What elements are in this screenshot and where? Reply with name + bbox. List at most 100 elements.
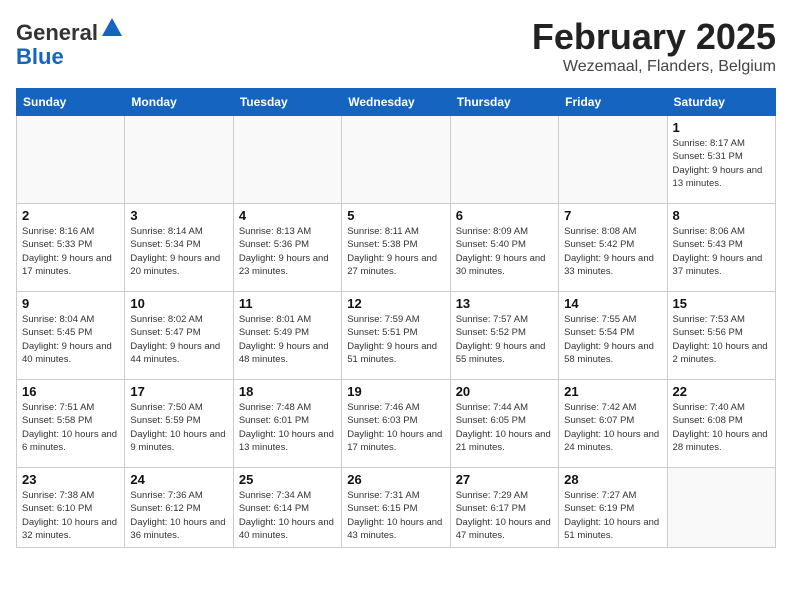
day-info: Sunrise: 8:17 AM Sunset: 5:31 PM Dayligh… [673, 137, 770, 190]
day-number: 26 [347, 472, 444, 487]
calendar-cell: 6 Sunrise: 8:09 AM Sunset: 5:40 PM Daylig… [450, 204, 558, 292]
day-number: 24 [130, 472, 227, 487]
day-info: Sunrise: 8:01 AM Sunset: 5:49 PM Dayligh… [239, 313, 336, 366]
calendar-cell: 24 Sunrise: 7:36 AM Sunset: 6:12 PM Dayli… [125, 468, 233, 548]
calendar-cell: 26 Sunrise: 7:31 AM Sunset: 6:15 PM Dayli… [342, 468, 450, 548]
day-number: 20 [456, 384, 553, 399]
day-info: Sunrise: 7:42 AM Sunset: 6:07 PM Dayligh… [564, 401, 661, 454]
day-info: Sunrise: 7:29 AM Sunset: 6:17 PM Dayligh… [456, 489, 553, 542]
location-subtitle: Wezemaal, Flanders, Belgium [532, 58, 776, 76]
day-info: Sunrise: 7:44 AM Sunset: 6:05 PM Dayligh… [456, 401, 553, 454]
day-info: Sunrise: 7:48 AM Sunset: 6:01 PM Dayligh… [239, 401, 336, 454]
day-info: Sunrise: 8:08 AM Sunset: 5:42 PM Dayligh… [564, 225, 661, 278]
weekday-header: Wednesday [342, 89, 450, 116]
month-title: February 2025 [532, 16, 776, 58]
calendar-cell: 8 Sunrise: 8:06 AM Sunset: 5:43 PM Daylig… [667, 204, 775, 292]
day-number: 28 [564, 472, 661, 487]
calendar-cell: 11 Sunrise: 8:01 AM Sunset: 5:49 PM Dayli… [233, 292, 341, 380]
day-number: 23 [22, 472, 119, 487]
day-number: 7 [564, 208, 661, 223]
calendar-week-row: 16Sunrise: 7:51 AM Sunset: 5:58 PM Dayli… [17, 380, 776, 468]
calendar-cell [667, 468, 775, 548]
day-number: 1 [673, 120, 770, 135]
calendar-cell: 9 Sunrise: 8:04 AM Sunset: 5:45 PM Daylig… [17, 292, 125, 380]
calendar-week-row: 1 Sunrise: 8:17 AM Sunset: 5:31 PM Daylig… [17, 116, 776, 204]
calendar-cell: 13 Sunrise: 7:57 AM Sunset: 5:52 PM Dayli… [450, 292, 558, 380]
day-number: 17 [130, 384, 227, 399]
weekday-header: Thursday [450, 89, 558, 116]
calendar-cell: 20 Sunrise: 7:44 AM Sunset: 6:05 PM Dayli… [450, 380, 558, 468]
weekday-header: Sunday [17, 89, 125, 116]
calendar-week-row: 2 Sunrise: 8:16 AM Sunset: 5:33 PM Daylig… [17, 204, 776, 292]
day-info: Sunrise: 7:46 AM Sunset: 6:03 PM Dayligh… [347, 401, 444, 454]
day-number: 22 [673, 384, 770, 399]
calendar-cell: 16Sunrise: 7:51 AM Sunset: 5:58 PM Dayli… [17, 380, 125, 468]
day-number: 8 [673, 208, 770, 223]
day-number: 14 [564, 296, 661, 311]
day-number: 25 [239, 472, 336, 487]
day-info: Sunrise: 7:31 AM Sunset: 6:15 PM Dayligh… [347, 489, 444, 542]
day-info: Sunrise: 8:16 AM Sunset: 5:33 PM Dayligh… [22, 225, 119, 278]
calendar-cell: 25 Sunrise: 7:34 AM Sunset: 6:14 PM Dayli… [233, 468, 341, 548]
calendar-header-row: SundayMondayTuesdayWednesdayThursdayFrid… [17, 89, 776, 116]
calendar-cell: 17 Sunrise: 7:50 AM Sunset: 5:59 PM Dayli… [125, 380, 233, 468]
day-info: Sunrise: 7:40 AM Sunset: 6:08 PM Dayligh… [673, 401, 770, 454]
day-number: 11 [239, 296, 336, 311]
title-section: February 2025 Wezemaal, Flanders, Belgiu… [532, 16, 776, 76]
day-info: Sunrise: 7:55 AM Sunset: 5:54 PM Dayligh… [564, 313, 661, 366]
day-number: 12 [347, 296, 444, 311]
calendar-cell: 7 Sunrise: 8:08 AM Sunset: 5:42 PM Daylig… [559, 204, 667, 292]
day-number: 2 [22, 208, 119, 223]
calendar-cell: 14 Sunrise: 7:55 AM Sunset: 5:54 PM Dayli… [559, 292, 667, 380]
weekday-header: Saturday [667, 89, 775, 116]
calendar-cell: 27 Sunrise: 7:29 AM Sunset: 6:17 PM Dayli… [450, 468, 558, 548]
calendar-cell: 1 Sunrise: 8:17 AM Sunset: 5:31 PM Daylig… [667, 116, 775, 204]
calendar-cell: 23Sunrise: 7:38 AM Sunset: 6:10 PM Dayli… [17, 468, 125, 548]
logo-icon [100, 16, 124, 40]
calendar-cell [559, 116, 667, 204]
calendar-cell [450, 116, 558, 204]
calendar-cell: 10Sunrise: 8:02 AM Sunset: 5:47 PM Dayli… [125, 292, 233, 380]
logo-general-text: General [16, 20, 98, 45]
day-number: 27 [456, 472, 553, 487]
day-number: 21 [564, 384, 661, 399]
calendar-cell [233, 116, 341, 204]
day-number: 19 [347, 384, 444, 399]
calendar-cell: 5Sunrise: 8:11 AM Sunset: 5:38 PM Daylig… [342, 204, 450, 292]
day-number: 9 [22, 296, 119, 311]
day-number: 6 [456, 208, 553, 223]
calendar-cell [125, 116, 233, 204]
day-number: 4 [239, 208, 336, 223]
day-info: Sunrise: 7:36 AM Sunset: 6:12 PM Dayligh… [130, 489, 227, 542]
day-info: Sunrise: 8:06 AM Sunset: 5:43 PM Dayligh… [673, 225, 770, 278]
calendar-cell [17, 116, 125, 204]
weekday-header: Tuesday [233, 89, 341, 116]
day-info: Sunrise: 7:27 AM Sunset: 6:19 PM Dayligh… [564, 489, 661, 542]
weekday-header: Monday [125, 89, 233, 116]
day-info: Sunrise: 7:34 AM Sunset: 6:14 PM Dayligh… [239, 489, 336, 542]
day-info: Sunrise: 7:57 AM Sunset: 5:52 PM Dayligh… [456, 313, 553, 366]
calendar-week-row: 9 Sunrise: 8:04 AM Sunset: 5:45 PM Daylig… [17, 292, 776, 380]
day-info: Sunrise: 8:04 AM Sunset: 5:45 PM Dayligh… [22, 313, 119, 366]
calendar-cell: 18 Sunrise: 7:48 AM Sunset: 6:01 PM Dayli… [233, 380, 341, 468]
page-header: General Blue February 2025 Wezemaal, Fla… [16, 16, 776, 76]
calendar-cell: 28 Sunrise: 7:27 AM Sunset: 6:19 PM Dayli… [559, 468, 667, 548]
day-number: 16 [22, 384, 119, 399]
day-number: 13 [456, 296, 553, 311]
day-number: 5 [347, 208, 444, 223]
calendar-cell: 22 Sunrise: 7:40 AM Sunset: 6:08 PM Dayli… [667, 380, 775, 468]
day-number: 18 [239, 384, 336, 399]
calendar-table: SundayMondayTuesdayWednesdayThursdayFrid… [16, 88, 776, 548]
calendar-cell: 2 Sunrise: 8:16 AM Sunset: 5:33 PM Daylig… [17, 204, 125, 292]
day-info: Sunrise: 7:59 AM Sunset: 5:51 PM Dayligh… [347, 313, 444, 366]
day-info: Sunrise: 7:50 AM Sunset: 5:59 PM Dayligh… [130, 401, 227, 454]
day-info: Sunrise: 8:09 AM Sunset: 5:40 PM Dayligh… [456, 225, 553, 278]
calendar-cell: 12 Sunrise: 7:59 AM Sunset: 5:51 PM Dayli… [342, 292, 450, 380]
calendar-cell: 19 Sunrise: 7:46 AM Sunset: 6:03 PM Dayli… [342, 380, 450, 468]
calendar-cell: 3Sunrise: 8:14 AM Sunset: 5:34 PM Daylig… [125, 204, 233, 292]
day-info: Sunrise: 8:13 AM Sunset: 5:36 PM Dayligh… [239, 225, 336, 278]
calendar-cell: 15Sunrise: 7:53 AM Sunset: 5:56 PM Dayli… [667, 292, 775, 380]
day-number: 15 [673, 296, 770, 311]
day-info: Sunrise: 8:02 AM Sunset: 5:47 PM Dayligh… [130, 313, 227, 366]
day-info: Sunrise: 8:14 AM Sunset: 5:34 PM Dayligh… [130, 225, 227, 278]
